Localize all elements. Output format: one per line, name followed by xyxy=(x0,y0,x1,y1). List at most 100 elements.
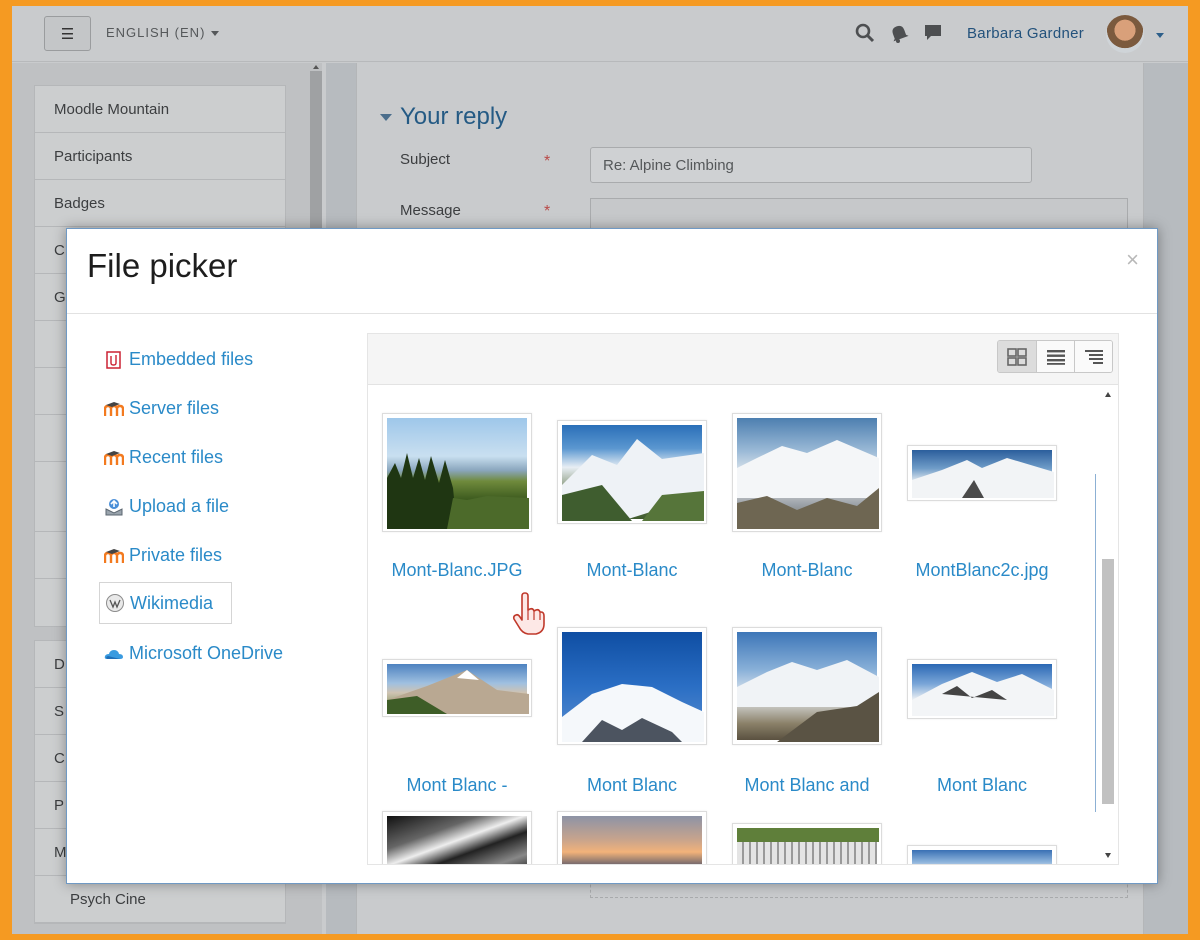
repo-wikimedia[interactable]: Wikimedia xyxy=(99,582,232,624)
file-tile[interactable]: Mont Blanc and xyxy=(732,601,882,801)
file-thumbnail[interactable] xyxy=(382,659,532,717)
drawer-item-label: Moodle Mountain xyxy=(54,100,170,118)
repo-label: Recent files xyxy=(129,447,224,467)
close-icon[interactable]: × xyxy=(1126,247,1139,273)
scroll-up-arrow-icon[interactable] xyxy=(313,65,319,69)
file-tile[interactable] xyxy=(732,811,882,864)
drawer-scrollbar[interactable] xyxy=(310,71,322,231)
repository-list: Embedded files Server files Recent files… xyxy=(99,335,349,678)
repo-microsoft-onedrive[interactable]: Microsoft OneDrive xyxy=(99,629,349,678)
file-name[interactable]: Mont-Blanc.JPG xyxy=(382,560,532,582)
repo-private-files[interactable]: Private files xyxy=(99,531,349,580)
mountain-image-icon xyxy=(737,632,879,742)
drawer-item[interactable]: Badges xyxy=(35,180,285,227)
file-tile[interactable] xyxy=(907,811,1057,864)
file-thumbnail[interactable] xyxy=(557,627,707,745)
drawer-item-label: S xyxy=(54,702,65,720)
mountain-image-icon xyxy=(562,632,704,742)
scroll-down-arrow-icon[interactable] xyxy=(1105,853,1111,858)
file-thumbnail[interactable] xyxy=(907,445,1057,501)
file-tile[interactable]: Mont-Blanc xyxy=(732,386,882,586)
drawer-item-label: G xyxy=(54,288,66,306)
file-name[interactable]: Mont-Blanc xyxy=(557,560,707,582)
top-navbar: ☰ ENGLISH (EN) Barbara Gardner xyxy=(12,6,1188,62)
mountain-image-icon xyxy=(912,664,1054,716)
hand-cursor-icon xyxy=(512,592,546,641)
user-name[interactable]: Barbara Gardner xyxy=(967,25,1084,42)
mountain-image-icon xyxy=(912,850,1052,864)
repo-recent-files[interactable]: Recent files xyxy=(99,433,349,482)
file-grid: Mont-Blanc.JPG Mont-Blanc Mont-Blanc Mon… xyxy=(368,386,1103,864)
file-name[interactable]: Mont Blanc and xyxy=(732,775,882,797)
file-name[interactable]: Mont Blanc xyxy=(557,775,707,797)
file-thumbnail[interactable] xyxy=(907,845,1057,864)
caret-down-icon xyxy=(211,31,220,37)
file-thumbnail[interactable] xyxy=(557,811,707,864)
file-tile[interactable]: Mont-Blanc xyxy=(557,386,707,586)
drawer-item-label: Badges xyxy=(54,194,105,212)
file-thumbnail[interactable] xyxy=(907,659,1057,719)
file-browser: Mont-Blanc.JPG Mont-Blanc Mont-Blanc Mon… xyxy=(367,333,1119,865)
section-title[interactable]: Your reply xyxy=(400,103,507,131)
mountain-image-icon xyxy=(387,816,527,864)
menu-toggle-button[interactable]: ☰ xyxy=(44,16,91,51)
drawer-item-label: P xyxy=(54,796,65,814)
file-name[interactable]: Mont-Blanc xyxy=(732,560,882,582)
file-tile[interactable]: MontBlanc2c.jpg xyxy=(907,386,1057,586)
mountain-image-icon xyxy=(387,664,529,714)
chat-icon[interactable] xyxy=(923,23,943,43)
drawer-item-label: Psych Cine xyxy=(70,890,146,908)
file-tile[interactable]: Mont-Blanc.JPG xyxy=(382,386,532,586)
app-window: ☰ ENGLISH (EN) Barbara Gardner Moodle Mo… xyxy=(12,6,1188,934)
mountain-image-icon xyxy=(912,450,1054,498)
collapse-caret-icon[interactable] xyxy=(380,114,392,121)
mountain-image-icon xyxy=(387,418,529,529)
file-thumbnail[interactable] xyxy=(732,823,882,864)
scroll-track xyxy=(1095,474,1096,812)
search-icon[interactable] xyxy=(855,23,875,43)
file-thumbnail[interactable] xyxy=(557,420,707,524)
mountain-image-icon xyxy=(737,828,879,864)
required-icon: * xyxy=(544,153,551,170)
avatar[interactable] xyxy=(1106,15,1144,53)
file-tile[interactable] xyxy=(382,811,532,864)
file-grid-scrollbar[interactable] xyxy=(1095,474,1115,812)
repo-label: Upload a file xyxy=(129,496,230,516)
tree-view-icon[interactable] xyxy=(1074,341,1112,372)
caret-down-icon[interactable] xyxy=(1156,33,1164,38)
scroll-up-arrow-icon[interactable] xyxy=(1105,392,1111,397)
language-selector[interactable]: ENGLISH (EN) xyxy=(106,25,220,40)
drawer-item-label: D xyxy=(54,655,65,673)
file-thumbnail[interactable] xyxy=(732,627,882,745)
file-name[interactable]: MontBlanc2c.jpg xyxy=(907,560,1057,582)
drawer-item[interactable]: Moodle Mountain xyxy=(35,86,285,133)
bell-icon[interactable] xyxy=(889,23,909,43)
drawer-item[interactable]: Participants xyxy=(35,133,285,180)
language-label: ENGLISH (EN) xyxy=(106,25,206,40)
file-name[interactable]: Mont Blanc - xyxy=(382,775,532,797)
file-name[interactable]: Mont Blanc xyxy=(907,775,1057,797)
scroll-thumb[interactable] xyxy=(1102,559,1114,804)
mountain-image-icon xyxy=(562,425,704,521)
repo-label: Wikimedia xyxy=(130,592,214,613)
file-thumbnail[interactable] xyxy=(382,413,532,532)
file-tile[interactable]: Mont Blanc xyxy=(557,601,707,801)
repo-embedded-files[interactable]: Embedded files xyxy=(99,335,349,384)
file-tile[interactable]: Mont Blanc - xyxy=(382,601,532,801)
upload-icon xyxy=(103,496,125,518)
required-icon: * xyxy=(544,203,551,220)
nav-icons xyxy=(855,23,943,43)
file-thumbnail[interactable] xyxy=(732,413,882,532)
moodle-icon xyxy=(103,545,125,567)
drawer-item-label: C xyxy=(54,241,65,259)
repo-upload-a-file[interactable]: Upload a file xyxy=(99,482,349,531)
repo-label: Microsoft OneDrive xyxy=(129,643,284,663)
hamburger-icon: ☰ xyxy=(60,25,75,43)
grid-view-icon[interactable] xyxy=(998,341,1036,372)
file-tile[interactable]: Mont Blanc xyxy=(907,601,1057,801)
file-tile[interactable] xyxy=(557,811,707,864)
file-thumbnail[interactable] xyxy=(382,811,532,864)
repo-server-files[interactable]: Server files xyxy=(99,384,349,433)
list-view-icon[interactable] xyxy=(1036,341,1074,372)
subject-input[interactable]: Re: Alpine Climbing xyxy=(590,147,1032,183)
